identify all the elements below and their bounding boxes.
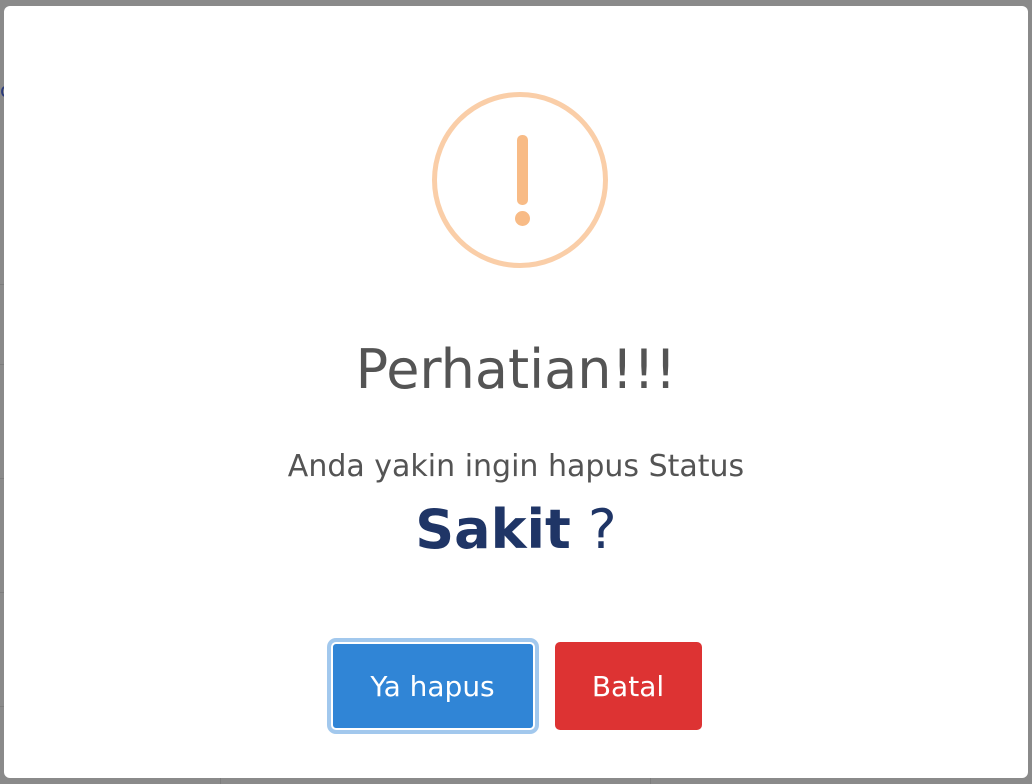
dialog-subject: Sakit <box>415 498 571 561</box>
background-divider <box>650 778 651 784</box>
exclamation-dot <box>515 211 530 226</box>
question-mark: ? <box>588 498 617 561</box>
dialog-message: Anda yakin ingin hapus Status <box>287 449 745 484</box>
dialog-subject-line: Sakit ? <box>4 494 1028 566</box>
confirm-delete-dialog: Perhatian!!! Anda yakin ingin hapus Stat… <box>4 6 1028 778</box>
warning-exclamation-icon <box>432 92 608 268</box>
background-divider <box>220 778 221 784</box>
exclamation-bar <box>517 135 528 205</box>
confirm-delete-button[interactable]: Ya hapus <box>330 642 535 730</box>
cancel-button[interactable]: Batal <box>554 642 702 730</box>
dialog-actions: Ya hapus Batal <box>4 642 1028 730</box>
dialog-title: Perhatian!!! <box>355 338 677 401</box>
